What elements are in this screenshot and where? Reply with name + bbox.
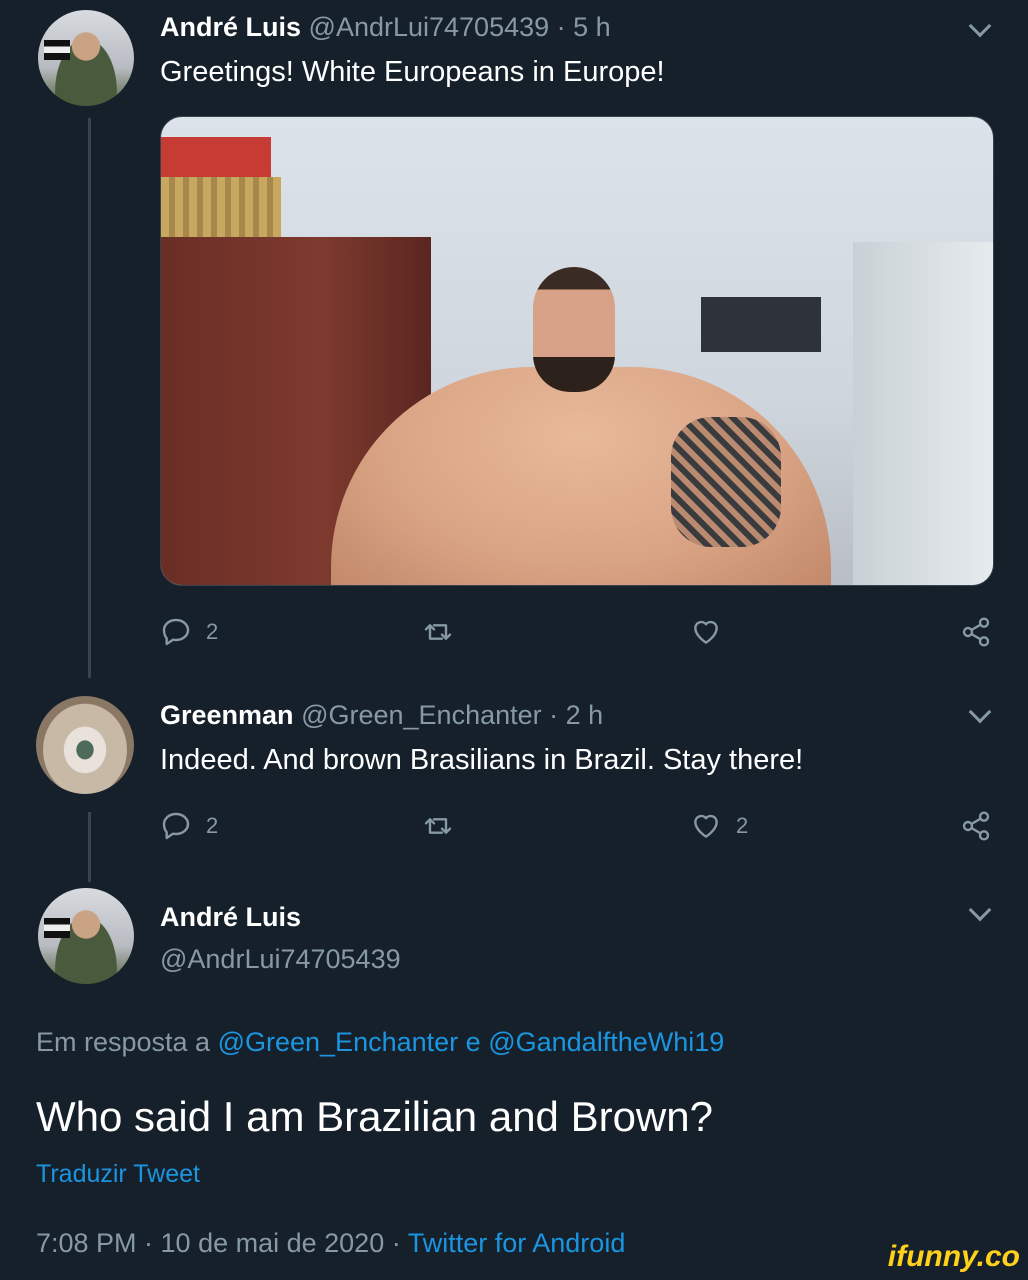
retweet-icon <box>424 818 452 834</box>
share-button[interactable] <box>960 806 992 846</box>
photo-detail <box>701 297 821 352</box>
photo-detail <box>853 242 993 585</box>
main-author-name[interactable]: André Luis <box>160 902 301 933</box>
tweet-author[interactable]: André Luis @AndrLui74705439 · 5 h <box>160 12 611 43</box>
author-handle[interactable]: @AndrLui74705439 <box>309 12 550 42</box>
reply-join: e <box>465 1027 481 1057</box>
thread-line <box>88 812 91 882</box>
tweet-time[interactable]: · 5 h <box>557 12 611 42</box>
main-author-handle[interactable]: @AndrLui74705439 <box>160 944 401 975</box>
reply-prefix: Em resposta a <box>36 1027 211 1057</box>
tweet-text: Greetings! White Europeans in Europe! <box>160 56 665 88</box>
like-count: 2 <box>736 813 749 838</box>
mention-link[interactable]: @GandalftheWhi19 <box>488 1027 724 1057</box>
tweet-actions: 2 2 <box>160 806 1000 846</box>
mention-link[interactable]: @Green_Enchanter <box>218 1027 459 1057</box>
photo-detail <box>671 417 781 547</box>
heart-icon <box>694 814 718 838</box>
tweet-text: Indeed. And brown Brasilians in Brazil. … <box>160 744 804 776</box>
author-name[interactable]: Greenman <box>160 700 294 730</box>
share-icon <box>962 617 990 647</box>
reply-context: Em resposta a @Green_Enchanter e @Gandal… <box>36 1027 724 1058</box>
photo-detail <box>161 137 271 182</box>
timestamp-text: 7:08 PM · 10 de mai de 2020 · <box>36 1228 401 1258</box>
reply-count: 2 <box>206 813 219 838</box>
reply-icon <box>162 812 190 840</box>
flag-icon <box>44 40 70 60</box>
share-button[interactable] <box>960 612 992 652</box>
retweet-icon <box>424 624 452 640</box>
reply-button[interactable]: 2 <box>160 612 218 652</box>
share-icon <box>962 811 990 841</box>
author-handle[interactable]: @Green_Enchanter <box>301 700 542 730</box>
tweet-timestamp: 7:08 PM · 10 de mai de 2020 · Twitter fo… <box>36 1228 625 1259</box>
chevron-down-icon[interactable] <box>968 898 992 922</box>
watermark-logo: ifunny.co <box>887 1240 1020 1273</box>
translate-link[interactable]: Traduzir Tweet <box>36 1160 200 1189</box>
heart-icon <box>694 620 718 644</box>
retweet-button[interactable] <box>422 612 454 652</box>
tweet-author[interactable]: Greenman @Green_Enchanter · 2 h <box>160 700 603 731</box>
tweet-actions: 2 <box>160 612 1000 652</box>
reply-icon <box>162 618 190 646</box>
tweet-photo[interactable] <box>160 116 994 586</box>
chevron-down-icon[interactable] <box>968 700 992 724</box>
avatar[interactable] <box>38 10 134 106</box>
main-tweet-text: Who said I am Brazilian and Brown? <box>36 1093 713 1140</box>
chevron-down-icon[interactable] <box>968 14 992 38</box>
client-link[interactable]: Twitter for Android <box>408 1228 626 1258</box>
avatar[interactable] <box>38 888 134 984</box>
like-button[interactable]: 2 <box>690 806 748 846</box>
flag-icon <box>44 918 70 938</box>
thread-line <box>88 118 91 678</box>
tweet-time[interactable]: · 2 h <box>549 700 603 730</box>
photo-subject <box>533 267 615 392</box>
retweet-button[interactable] <box>422 806 454 846</box>
reply-button[interactable]: 2 <box>160 806 218 846</box>
like-button[interactable] <box>690 612 722 652</box>
author-name[interactable]: André Luis <box>160 12 301 42</box>
avatar[interactable] <box>36 696 134 794</box>
reply-count: 2 <box>206 619 219 644</box>
